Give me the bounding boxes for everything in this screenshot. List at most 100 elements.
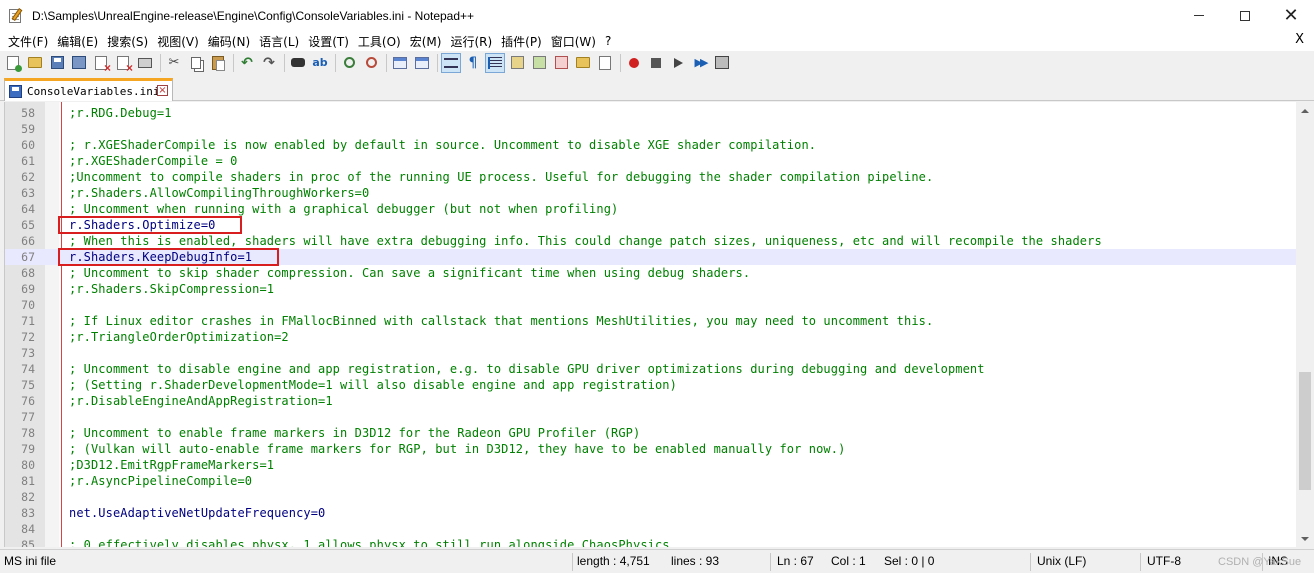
- code-line[interactable]: 77: [5, 409, 1296, 425]
- line-number: 76: [21, 394, 35, 408]
- vertical-scrollbar[interactable]: [1296, 102, 1314, 547]
- code-line[interactable]: 82: [5, 489, 1296, 505]
- menu-encoding[interactable]: 编码(N): [204, 33, 254, 50]
- menu-view[interactable]: 视图(V): [153, 33, 203, 50]
- user-language-button[interactable]: [507, 53, 527, 73]
- tab-console-variables[interactable]: ConsoleVariables.ini ×: [4, 78, 173, 101]
- paste-button[interactable]: [208, 53, 228, 73]
- new-file-button[interactable]: [3, 53, 23, 73]
- code-line[interactable]: 85 ; 0 effectively disables physx, 1 allo…: [5, 537, 1296, 547]
- status-eol[interactable]: Unix (LF): [1037, 550, 1086, 573]
- code-line[interactable]: 75 ; (Setting r.ShaderDevelopmentMode=1 w…: [5, 377, 1296, 393]
- code-line[interactable]: 79 ; (Vulkan will auto-enable frame marke…: [5, 441, 1296, 457]
- code-line[interactable]: 73: [5, 345, 1296, 361]
- folder-workspace-button[interactable]: [573, 53, 593, 73]
- stop-macro-icon: [651, 57, 661, 68]
- scroll-up-arrow-icon[interactable]: [1296, 102, 1314, 119]
- code-line[interactable]: 69 ;r.Shaders.SkipCompression=1: [5, 281, 1296, 297]
- maximize-button[interactable]: [1222, 0, 1268, 31]
- menu-tools[interactable]: 工具(O): [354, 33, 405, 50]
- menu-search[interactable]: 搜索(S): [103, 33, 152, 50]
- notepadpp-icon: [8, 7, 24, 24]
- status-length: length : 4,751: [577, 554, 650, 568]
- cut-button[interactable]: ✂: [164, 53, 184, 73]
- run-macro-multiple-button[interactable]: ▶▶: [690, 53, 710, 73]
- indent-guide-button[interactable]: [485, 52, 505, 73]
- sync-vertical-button[interactable]: [390, 53, 410, 73]
- code-line[interactable]: 78 ; Uncomment to enable frame markers in…: [5, 425, 1296, 441]
- copy-icon: [191, 56, 201, 69]
- find-button[interactable]: [288, 53, 308, 73]
- code-line[interactable]: 64 ; Uncomment when running with a graphi…: [5, 201, 1296, 217]
- indent-guide-icon: [488, 56, 502, 69]
- code-line[interactable]: 76 ;r.DisableEngineAndAppRegistration=1: [5, 393, 1296, 409]
- code-line[interactable]: 70: [5, 297, 1296, 313]
- copy-button[interactable]: [186, 53, 206, 73]
- code-line[interactable]: 81 ;r.AsyncPipelineCompile=0: [5, 473, 1296, 489]
- save-button[interactable]: [47, 53, 67, 73]
- code-line[interactable]: 83 net.UseAdaptiveNetUpdateFrequency=0: [5, 505, 1296, 521]
- code-line[interactable]: 72 ;r.TriangleOrderOptimization=2: [5, 329, 1296, 345]
- redo-button[interactable]: ↷: [259, 53, 279, 73]
- code-line[interactable]: 80 ;D3D12.EmitRgpFrameMarkers=1: [5, 457, 1296, 473]
- code-line[interactable]: 58 ;r.RDG.Debug=1: [5, 105, 1296, 121]
- code-line[interactable]: 84: [5, 521, 1296, 537]
- play-macro-button[interactable]: [668, 53, 688, 73]
- editor-area[interactable]: 58 ;r.RDG.Debug=1 59 60 ; r.XGEShaderCompile…: [4, 102, 1296, 547]
- minimize-button[interactable]: [1176, 0, 1222, 31]
- scrollbar-thumb[interactable]: [1299, 372, 1311, 490]
- menu-file[interactable]: 文件(F): [4, 33, 52, 50]
- zoom-in-button[interactable]: [339, 53, 359, 73]
- function-list-button[interactable]: [551, 53, 571, 73]
- close-document-button[interactable]: X: [1295, 32, 1304, 47]
- highlight-box-line-67: [58, 248, 279, 266]
- tab-close-icon[interactable]: ×: [157, 85, 168, 96]
- zoom-out-icon: [365, 57, 377, 68]
- line-text: ; When this is enabled, shaders will hav…: [69, 234, 1102, 248]
- save-macro-button[interactable]: [712, 53, 732, 73]
- code-line[interactable]: 62 ;Uncomment to compile shaders in proc …: [5, 169, 1296, 185]
- code-line[interactable]: 60 ; r.XGEShaderCompile is now enabled by…: [5, 137, 1296, 153]
- close-window-button[interactable]: ✕: [1268, 0, 1314, 31]
- menu-language[interactable]: 语言(L): [255, 33, 303, 50]
- code-line[interactable]: 63 ;r.Shaders.AllowCompilingThroughWorker…: [5, 185, 1296, 201]
- replace-button[interactable]: ab: [310, 53, 330, 73]
- menu-help[interactable]: ?: [601, 34, 615, 48]
- close-all-button[interactable]: [113, 53, 133, 75]
- scroll-down-arrow-icon[interactable]: [1296, 530, 1314, 547]
- undo-button[interactable]: ↶: [237, 53, 257, 73]
- status-ln[interactable]: Ln : 67: [777, 550, 814, 573]
- menu-settings[interactable]: 设置(T): [304, 33, 353, 50]
- show-all-chars-button[interactable]: ¶: [463, 53, 483, 73]
- line-text: ; (Vulkan will auto-enable frame markers…: [69, 442, 846, 456]
- code-line[interactable]: 61 ;r.XGEShaderCompile = 0: [5, 153, 1296, 169]
- status-sel[interactable]: Sel : 0 | 0: [884, 550, 934, 573]
- menu-run[interactable]: 运行(R): [446, 33, 496, 50]
- zoom-out-button[interactable]: [361, 53, 381, 73]
- code-line[interactable]: 74 ; Uncomment to disable engine and app …: [5, 361, 1296, 377]
- code-line[interactable]: 71 ; If Linux editor crashes in FMallocBi…: [5, 313, 1296, 329]
- close-file-button[interactable]: [91, 53, 111, 75]
- word-wrap-button[interactable]: [441, 52, 461, 73]
- menu-macro[interactable]: 宏(M): [406, 33, 446, 50]
- menu-edit[interactable]: 编辑(E): [53, 33, 102, 50]
- doc-map-button[interactable]: [529, 53, 549, 73]
- menu-plugins[interactable]: 插件(P): [497, 33, 546, 50]
- open-file-button[interactable]: [25, 53, 45, 73]
- status-separator: [1030, 553, 1031, 571]
- stop-macro-button[interactable]: [646, 53, 666, 73]
- code-lines: 58 ;r.RDG.Debug=1 59 60 ; r.XGEShaderCompile…: [5, 105, 1296, 547]
- status-encoding[interactable]: UTF-8: [1147, 550, 1181, 573]
- status-col[interactable]: Col : 1: [831, 550, 866, 573]
- line-number: 77: [21, 410, 35, 424]
- menu-window[interactable]: 窗口(W): [547, 33, 600, 50]
- code-line[interactable]: 68 ; Uncomment to skip shader compression…: [5, 265, 1296, 281]
- line-number: 60: [21, 138, 35, 152]
- save-all-button[interactable]: [69, 53, 89, 73]
- record-macro-button[interactable]: [624, 53, 644, 73]
- monitoring-button[interactable]: [595, 53, 615, 73]
- code-line[interactable]: 59: [5, 121, 1296, 137]
- print-button[interactable]: [135, 53, 155, 73]
- code-line[interactable]: 66 ; When this is enabled, shaders will h…: [5, 233, 1296, 249]
- sync-horizontal-button[interactable]: [412, 53, 432, 73]
